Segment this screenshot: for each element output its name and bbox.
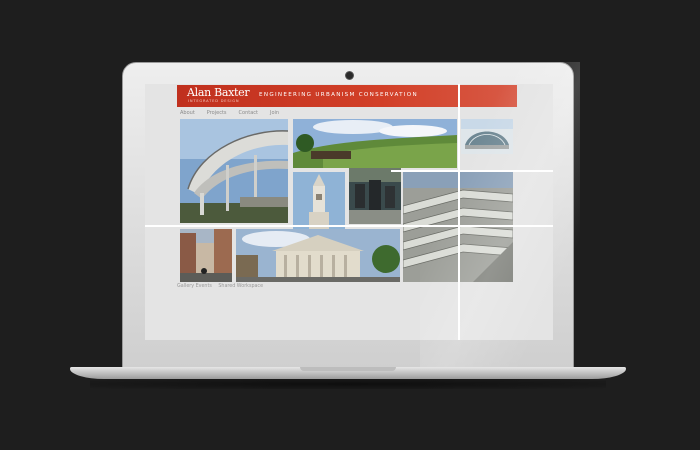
glass-building-photo[interactable]	[461, 119, 513, 154]
site-logo[interactable]: Alan Baxter	[187, 87, 250, 99]
water-feature-photo[interactable]	[349, 168, 401, 224]
webcam-icon	[345, 71, 354, 80]
grid-line-horizontal-upper	[391, 170, 553, 172]
landscape-photo[interactable]	[293, 119, 457, 168]
site-header: Alan Baxter INTEGRATED DESIGN ENGINEERIN…	[177, 85, 517, 107]
laptop-base-notch	[300, 367, 396, 371]
laptop-shadow	[90, 379, 606, 389]
nav-item-contact[interactable]: Contact	[239, 109, 258, 118]
street-photo[interactable]	[180, 229, 232, 282]
nav-item-join[interactable]: Join	[270, 109, 279, 118]
laptop-screen: Alan Baxter INTEGRATED DESIGN ENGINEERIN…	[145, 84, 553, 340]
grid-line-horizontal	[145, 225, 553, 227]
church-facade-photo[interactable]	[236, 229, 400, 282]
site-logo-subtitle: INTEGRATED DESIGN	[188, 99, 240, 103]
site-tagline: ENGINEERING URBANISM CONSERVATION	[259, 92, 418, 98]
footer-links: Gallery Events Shared Workspace	[177, 284, 268, 289]
grid-line-vertical	[458, 84, 460, 340]
main-nav: About Projects Contact Join	[180, 109, 291, 118]
nav-item-projects[interactable]: Projects	[207, 109, 227, 118]
footer-link-gallery-events[interactable]: Gallery Events	[177, 284, 212, 289]
footer-link-shared-workspace[interactable]: Shared Workspace	[218, 284, 263, 289]
footbridge-photo[interactable]	[180, 119, 288, 223]
nav-item-about[interactable]: About	[180, 109, 195, 118]
